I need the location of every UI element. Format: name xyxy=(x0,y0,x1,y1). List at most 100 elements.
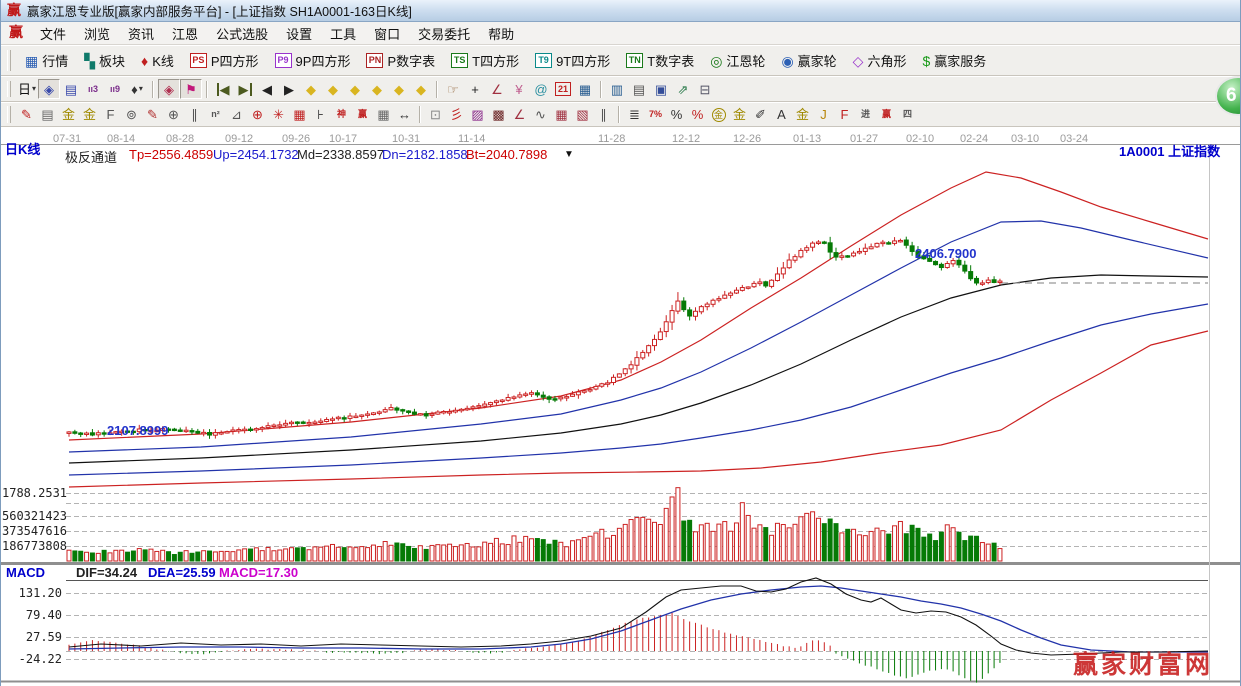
notch-tool[interactable]: ⊦ xyxy=(310,105,331,124)
t-square-button[interactable]: TST四方形 xyxy=(444,48,526,73)
bars-3-button[interactable]: ıı3 xyxy=(82,79,104,99)
j-angle-tool[interactable]: J xyxy=(813,105,834,124)
menu-item-1[interactable]: 浏览 xyxy=(75,25,119,44)
menu-item-5[interactable]: 设置 xyxy=(277,25,321,44)
a-channel-tool[interactable]: A xyxy=(771,105,792,124)
zoom-in-button[interactable]: ◆ xyxy=(410,79,432,99)
frame-tool[interactable]: ⊡ xyxy=(425,105,446,124)
spider-web-tool[interactable]: ✳ xyxy=(268,105,289,124)
menu-item-8[interactable]: 交易委托 xyxy=(409,25,479,44)
menu-item-6[interactable]: 工具 xyxy=(321,25,365,44)
angle-line-tool[interactable]: ∠ xyxy=(509,105,530,124)
piggy-bank-button[interactable]: ¥ xyxy=(508,79,530,99)
period-daily-button[interactable]: 日▾ xyxy=(16,79,38,99)
calculator-button[interactable]: ▦ xyxy=(574,79,596,99)
grid-b-tool[interactable]: ▧ xyxy=(572,105,593,124)
calendar-button[interactable]: 21 xyxy=(552,79,574,99)
spiral-tool[interactable]: ⊚ xyxy=(121,105,142,124)
gold-angle-tool[interactable]: 金 xyxy=(792,105,813,124)
kline-button[interactable]: ♦K线 xyxy=(134,48,181,73)
export-button[interactable]: ⇗ xyxy=(672,79,694,99)
price-ladder-tool[interactable]: ≣ xyxy=(624,105,645,124)
ink-brush-tool[interactable]: ✐ xyxy=(750,105,771,124)
gann-fan-tool[interactable]: 彡 xyxy=(446,105,467,124)
grid-target-tool[interactable]: ▦ xyxy=(289,105,310,124)
ruler-lines-tool[interactable]: ∥ xyxy=(184,105,205,124)
red-pencil-tool[interactable]: ✎ xyxy=(142,105,163,124)
grid-a-tool[interactable]: ▦ xyxy=(551,105,572,124)
shift-left-button[interactable]: ◆ xyxy=(300,79,322,99)
expand-h-button[interactable]: ◆ xyxy=(344,79,366,99)
hand-tool-button[interactable]: ☞ xyxy=(442,79,464,99)
percent7-tool[interactable]: 7% xyxy=(645,105,666,124)
p9-square-button[interactable]: P99P四方形 xyxy=(268,48,358,73)
shen-grid-tool[interactable]: 神 xyxy=(331,105,352,124)
notes-button[interactable]: ▤ xyxy=(628,79,650,99)
menu-item-7[interactable]: 窗口 xyxy=(365,25,409,44)
toolbar-grip[interactable] xyxy=(7,50,11,70)
menu-item-4[interactable]: 公式选股 xyxy=(207,25,277,44)
p-square-button[interactable]: PSP四方形 xyxy=(183,48,266,73)
winner-wheel-button[interactable]: ◉赢家轮 xyxy=(774,48,843,73)
candle-type-button[interactable]: ♦▾ xyxy=(126,79,148,99)
gold-grid-tool[interactable]: 金 xyxy=(58,105,79,124)
toolbar-grip[interactable] xyxy=(7,106,11,122)
t-number-button[interactable]: TNT数字表 xyxy=(619,48,701,73)
winner-service-button[interactable]: $赢家服务 xyxy=(915,48,993,73)
kline-chart-canvas[interactable] xyxy=(1,128,1241,686)
wave-chart-button[interactable]: ◈ xyxy=(38,79,60,99)
hexagon-button[interactable]: ◇六角形 xyxy=(846,48,914,73)
pencil-tool[interactable]: ✎ xyxy=(16,105,37,124)
print-button[interactable]: ⊟ xyxy=(694,79,716,99)
menu-item-9[interactable]: 帮助 xyxy=(479,25,523,44)
p-number-button[interactable]: PNP数字表 xyxy=(359,48,442,73)
menu-item-3[interactable]: 江恩 xyxy=(163,25,207,44)
last-page-button[interactable]: ▶ xyxy=(234,79,256,99)
jin-angle-tool[interactable]: 进 xyxy=(855,105,876,124)
bars-9-button[interactable]: ıı9 xyxy=(104,79,126,99)
flag-marker-button[interactable]: ⚑ xyxy=(180,79,202,99)
prev-bar-button[interactable]: ◀ xyxy=(256,79,278,99)
si-angle-tool[interactable]: 四 xyxy=(897,105,918,124)
shift-right-button[interactable]: ◆ xyxy=(322,79,344,99)
range-arrow-tool[interactable]: ↔ xyxy=(394,105,415,124)
blocks-button[interactable]: ▚板块 xyxy=(77,48,132,73)
globe-button[interactable]: @ xyxy=(530,79,552,99)
save-button[interactable]: ▣ xyxy=(650,79,672,99)
next-bar-button[interactable]: ▶ xyxy=(278,79,300,99)
pattern-box-button[interactable]: ◈ xyxy=(158,79,180,99)
date-tick-07-31: 07-31 xyxy=(53,133,81,145)
n2-tool[interactable]: n² xyxy=(205,105,226,124)
target-tool[interactable]: ⊕ xyxy=(247,105,268,124)
zoom-out-button[interactable]: ◆ xyxy=(388,79,410,99)
dark-box-tool[interactable]: ▩ xyxy=(488,105,509,124)
number-grid-tool[interactable]: ▦ xyxy=(373,105,394,124)
toolbar-grip[interactable] xyxy=(7,81,11,98)
menu-item-2[interactable]: 资讯 xyxy=(119,25,163,44)
circle-cross-tool[interactable]: ⊕ xyxy=(163,105,184,124)
f-square-tool[interactable]: F xyxy=(100,105,121,124)
hline-grid-tool[interactable]: ▤ xyxy=(37,105,58,124)
shaded-box-tool[interactable]: ▨ xyxy=(467,105,488,124)
ying-angle-tool[interactable]: 赢 xyxy=(876,105,897,124)
info-panel-button[interactable]: ▤ xyxy=(60,79,82,99)
gold-grid2-tool[interactable]: 金 xyxy=(79,105,100,124)
compress-h-button[interactable]: ◆ xyxy=(366,79,388,99)
f-angle-tool[interactable]: F xyxy=(834,105,855,124)
ying-grid-tool[interactable]: 赢 xyxy=(352,105,373,124)
wave-line-tool[interactable]: ∿ xyxy=(530,105,551,124)
market-grid-button[interactable]: ▦行情 xyxy=(18,48,75,73)
first-page-button[interactable]: ◀ xyxy=(212,79,234,99)
gann-wheel-button[interactable]: ◎江恩轮 xyxy=(703,48,772,73)
t9-square-button[interactable]: T99T四方形 xyxy=(528,48,617,73)
angle-wing-tool[interactable]: ⊿ xyxy=(226,105,247,124)
menu-item-0[interactable]: 文件 xyxy=(31,25,75,44)
angle-measure-button[interactable]: ∠ xyxy=(486,79,508,99)
gold-circle-tool[interactable]: 金 xyxy=(708,105,729,124)
percent-line-tool[interactable]: % xyxy=(687,105,708,124)
spreadsheet-button[interactable]: ▥ xyxy=(606,79,628,99)
percent-tool[interactable]: % xyxy=(666,105,687,124)
parallel-lines-tool[interactable]: ∥ xyxy=(593,105,614,124)
crosshair-button[interactable]: + xyxy=(464,79,486,99)
gold-lines-tool[interactable]: 金 xyxy=(729,105,750,124)
